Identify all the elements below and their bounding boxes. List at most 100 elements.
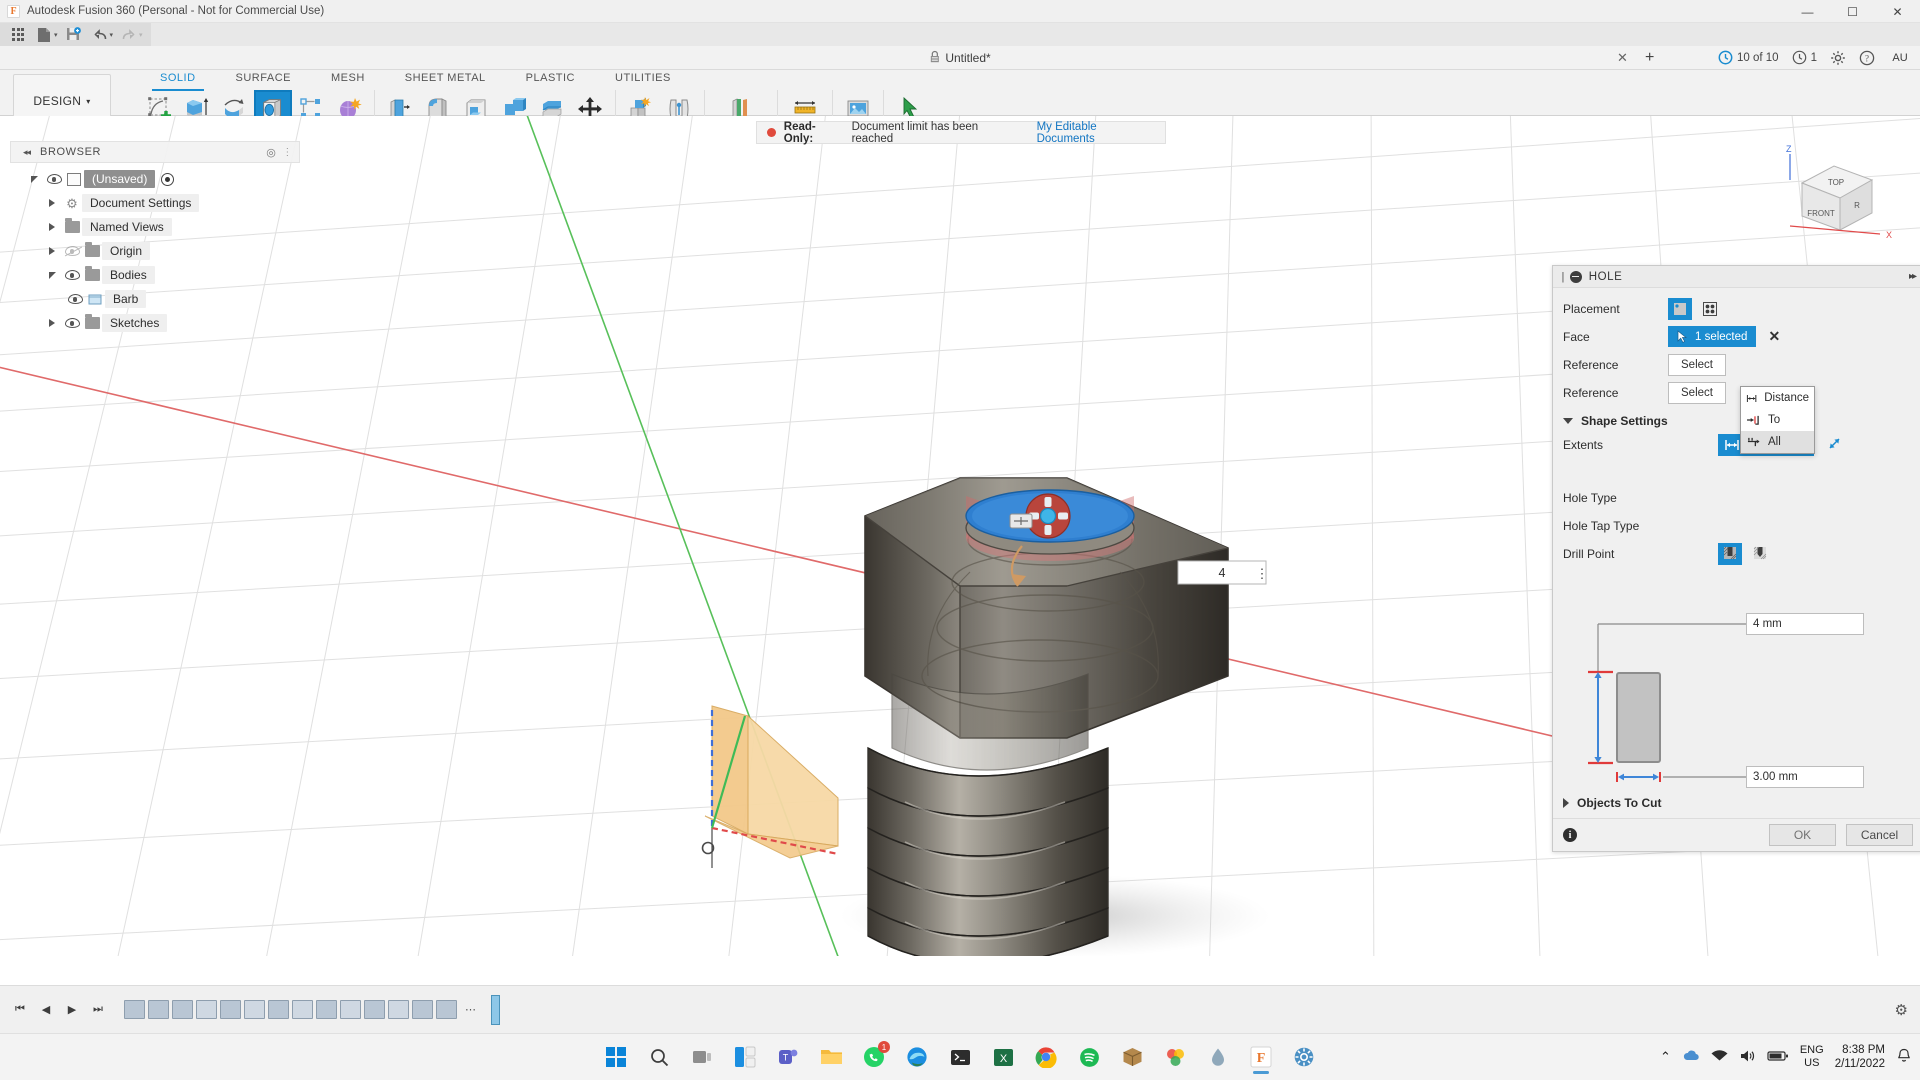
- notification-icon[interactable]: [1896, 1048, 1912, 1067]
- tree-item-unsaved[interactable]: (Unsaved): [10, 167, 300, 191]
- extents-option-distance[interactable]: Distance: [1741, 387, 1814, 409]
- angled-drill-point-toggle[interactable]: [1748, 543, 1772, 565]
- onedrive-cloud-icon[interactable]: [1682, 1049, 1700, 1066]
- tree-item-origin[interactable]: Origin: [10, 239, 300, 263]
- visibility-eye-icon[interactable]: [62, 246, 82, 256]
- settings-app-icon[interactable]: [1286, 1039, 1322, 1075]
- tray-chevron-icon[interactable]: ⌃: [1660, 1049, 1671, 1065]
- hole-dialog-header[interactable]: || HOLE ▸▸: [1553, 266, 1920, 288]
- browser-resize-handle[interactable]: ⋮: [282, 147, 293, 158]
- help-icon[interactable]: ?: [1859, 50, 1875, 66]
- timeline-feature[interactable]: [436, 1000, 457, 1019]
- teams-icon[interactable]: T: [770, 1039, 806, 1075]
- view-cube[interactable]: TOP FRONT R Z X: [1772, 138, 1882, 228]
- expand-arrow-icon[interactable]: [42, 272, 62, 279]
- file-icon[interactable]: [31, 24, 57, 45]
- terminal-icon[interactable]: [942, 1039, 978, 1075]
- shape-settings-section-header[interactable]: Shape Settings: [1553, 408, 1920, 432]
- tree-item-bodies[interactable]: Bodies: [10, 263, 300, 287]
- jump-end-icon[interactable]: ⏭: [86, 998, 110, 1022]
- expand-arrow-icon[interactable]: [42, 223, 62, 231]
- tree-item-named-views[interactable]: Named Views: [10, 215, 300, 239]
- multiple-holes-toggle[interactable]: [1698, 298, 1722, 320]
- timeline-settings-icon[interactable]: ⚙: [1895, 1001, 1908, 1019]
- tab-sheet-metal[interactable]: SHEET METAL: [385, 70, 506, 88]
- tab-utilities[interactable]: UTILITIES: [595, 70, 691, 88]
- minimize-button[interactable]: —: [1785, 0, 1830, 23]
- expand-dialog-icon[interactable]: ▸▸: [1909, 271, 1915, 282]
- timeline-end-marker[interactable]: [491, 995, 500, 1025]
- hole-diameter-input[interactable]: 3.00 mm: [1746, 766, 1864, 788]
- speaker-icon[interactable]: [1739, 1049, 1756, 1066]
- notifications-indicator[interactable]: 1: [1792, 50, 1817, 65]
- timeline-feature[interactable]: [244, 1000, 265, 1019]
- face-selection-button[interactable]: 1 selected: [1668, 326, 1756, 347]
- activate-component-radio[interactable]: [161, 173, 174, 186]
- close-button[interactable]: ✕: [1875, 0, 1920, 23]
- new-document-tab-icon[interactable]: +: [1645, 49, 1654, 67]
- tree-item-document-settings[interactable]: ⚙ Document Settings: [10, 191, 300, 215]
- timeline-feature[interactable]: [388, 1000, 409, 1019]
- play-icon[interactable]: ▶: [60, 998, 84, 1022]
- tree-item-barb[interactable]: Barb: [10, 287, 300, 311]
- timeline-feature[interactable]: [124, 1000, 145, 1019]
- timeline-feature[interactable]: [364, 1000, 385, 1019]
- excel-icon[interactable]: X: [985, 1039, 1021, 1075]
- settings-icon[interactable]: [1830, 50, 1846, 66]
- visibility-eye-icon[interactable]: [65, 294, 85, 304]
- timeline-feature[interactable]: [316, 1000, 337, 1019]
- hole-depth-input[interactable]: 4 mm: [1746, 613, 1864, 635]
- edge-icon[interactable]: [899, 1039, 935, 1075]
- extents-dropdown-menu[interactable]: Distance To All: [1740, 386, 1815, 454]
- search-icon[interactable]: [641, 1039, 677, 1075]
- info-icon[interactable]: i: [1563, 828, 1577, 842]
- widgets-icon[interactable]: [727, 1039, 763, 1075]
- clear-face-selection-icon[interactable]: ✕: [1768, 328, 1780, 345]
- timeline-feature[interactable]: [412, 1000, 433, 1019]
- battery-icon[interactable]: [1767, 1050, 1789, 1065]
- save-icon[interactable]: [61, 24, 87, 45]
- ok-button[interactable]: OK: [1769, 824, 1836, 846]
- file-explorer-icon[interactable]: [813, 1039, 849, 1075]
- tab-plastic[interactable]: PLASTIC: [506, 70, 595, 88]
- visibility-eye-icon[interactable]: [44, 174, 64, 184]
- timeline-feature[interactable]: [292, 1000, 313, 1019]
- spotify-icon[interactable]: [1071, 1039, 1107, 1075]
- expand-arrow-icon[interactable]: [42, 247, 62, 255]
- timeline-feature[interactable]: [268, 1000, 289, 1019]
- tree-item-sketches[interactable]: Sketches: [10, 311, 300, 335]
- jump-start-icon[interactable]: ⏮: [8, 998, 32, 1022]
- single-hole-toggle[interactable]: [1668, 298, 1692, 320]
- tab-mesh[interactable]: MESH: [311, 70, 385, 88]
- package-icon[interactable]: [1114, 1039, 1150, 1075]
- task-view-icon[interactable]: [684, 1039, 720, 1075]
- clock[interactable]: 8:38 PM 2/11/2022: [1835, 1043, 1885, 1071]
- timeline-feature[interactable]: [196, 1000, 217, 1019]
- step-back-icon[interactable]: ◀: [34, 998, 58, 1022]
- objects-to-cut-section-header[interactable]: Objects To Cut: [1553, 790, 1920, 814]
- language-indicator[interactable]: ENG US: [1800, 1044, 1824, 1070]
- redo-icon[interactable]: [116, 24, 142, 45]
- timeline-feature[interactable]: [148, 1000, 169, 1019]
- timeline-feature[interactable]: [220, 1000, 241, 1019]
- expand-arrow-icon[interactable]: [42, 319, 62, 327]
- document-tab-untitled[interactable]: Untitled*: [929, 50, 990, 66]
- extents-option-to[interactable]: To: [1741, 409, 1814, 431]
- expand-arrow-icon[interactable]: [24, 176, 44, 183]
- start-icon[interactable]: [598, 1039, 634, 1075]
- reference-select-1[interactable]: Select: [1668, 354, 1726, 376]
- timeline-feature[interactable]: [340, 1000, 361, 1019]
- browser-collapse-icon[interactable]: ◂◂: [23, 147, 30, 158]
- tab-solid[interactable]: SOLID: [140, 70, 216, 88]
- minimize-icon[interactable]: [1570, 271, 1582, 283]
- maximize-button[interactable]: ☐: [1830, 0, 1875, 23]
- grid-apps-icon[interactable]: [5, 24, 31, 45]
- droplet-icon[interactable]: [1200, 1039, 1236, 1075]
- extents-option-all[interactable]: All: [1741, 431, 1814, 453]
- fusion360-icon[interactable]: F: [1243, 1039, 1279, 1075]
- chrome-icon[interactable]: [1028, 1039, 1064, 1075]
- flat-drill-point-toggle[interactable]: [1718, 543, 1742, 565]
- tab-surface[interactable]: SURFACE: [216, 70, 311, 88]
- circles-icon[interactable]: [1157, 1039, 1193, 1075]
- document-tab-close-icon[interactable]: ✕: [1617, 50, 1628, 66]
